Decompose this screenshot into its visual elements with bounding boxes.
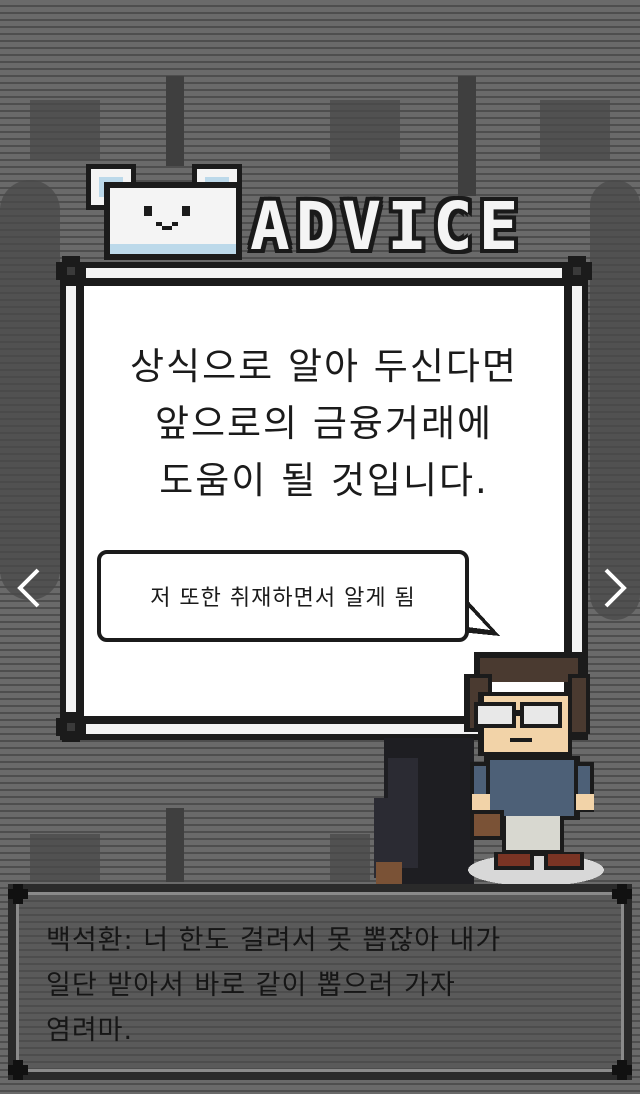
bg-locker-1 — [30, 100, 100, 160]
advice-line: 앞으로의 금융거래에 — [154, 402, 494, 445]
bg-pole-2 — [458, 76, 476, 196]
advice-line: 도움이 될 것입니다. — [159, 459, 489, 502]
advice-message: 상식으로 알아 두신다면 앞으로의 금융거래에 도움이 될 것입니다. — [84, 338, 564, 509]
advice-title: ADVICE — [250, 188, 525, 265]
dialogue-corner-top-left — [8, 884, 28, 904]
chevron-right-icon — [604, 568, 627, 608]
coat-character — [374, 738, 474, 888]
dialogue-corner-top-right — [612, 884, 632, 904]
speech-bubble-text: 저 또한 취재하면서 알게 됨 — [150, 586, 416, 611]
dialogue-corner-bottom-right — [612, 1060, 632, 1080]
dialogue-line: 염려마. — [46, 1015, 134, 1046]
corner-ornament-top-left — [56, 256, 86, 286]
bg-pole-3 — [166, 808, 184, 882]
bg-locker-4 — [30, 834, 100, 882]
dialogue-corner-bottom-left — [8, 1060, 28, 1080]
chevron-left-icon — [17, 568, 40, 608]
dialogue-line: 일단 받아서 바로 같이 뽑으러 가자 — [46, 970, 456, 1001]
bear-icon — [86, 160, 242, 260]
prev-page-button[interactable] — [12, 566, 48, 610]
reporter-character — [464, 652, 604, 886]
corner-ornament-bottom-left — [56, 712, 86, 742]
bg-locker-5 — [330, 834, 370, 882]
next-page-button[interactable] — [596, 566, 632, 610]
bg-locker-3 — [540, 100, 610, 160]
bg-seat-2 — [590, 180, 640, 620]
bg-pole-1 — [166, 76, 184, 166]
advice-line: 상식으로 알아 두신다면 — [130, 345, 518, 388]
corner-ornament-top-right — [562, 256, 592, 286]
dialogue-line: 백석환: 너 한도 걸려서 못 뽑잖아 내가 — [46, 925, 502, 956]
dialogue-text: 백석환: 너 한도 걸려서 못 뽑잖아 내가 일단 받아서 바로 같이 뽑으러 … — [46, 918, 606, 1053]
bg-locker-2 — [330, 100, 400, 160]
bg-seat-1 — [0, 180, 60, 600]
speech-bubble: 저 또한 취재하면서 알게 됨 — [97, 550, 469, 642]
